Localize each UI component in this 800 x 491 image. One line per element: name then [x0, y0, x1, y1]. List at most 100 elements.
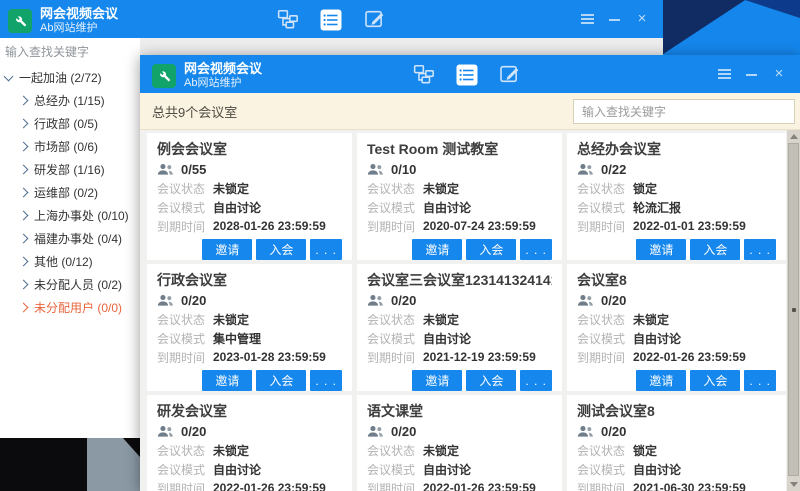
invite-button[interactable]: 邀请: [202, 370, 252, 391]
meeting-room-card: 行政会议室 0/20 会议状态未锁定 会议模式集中管理 到期时间2023-01-…: [147, 264, 352, 391]
room-cards: 例会会议室 0/55 会议状态未锁定 会议模式自由讨论 到期时间2028-01-…: [140, 130, 800, 491]
meeting-room-card: 会议室三会议室123141324141三会... 0/20 会议状态未锁定 会议…: [357, 264, 562, 391]
status-label: 会议状态: [157, 442, 213, 459]
expire-label: 到期时间: [367, 349, 423, 366]
scrollbar-thumb[interactable]: [788, 143, 799, 476]
expire-label: 到期时间: [367, 218, 423, 235]
tree-item[interactable]: 运维部 (0/2): [0, 181, 140, 204]
more-button[interactable]: . . .: [310, 370, 342, 391]
room-name: 例会会议室: [157, 139, 342, 158]
tree-item[interactable]: 其他 (0/12): [0, 250, 140, 273]
org-chart-icon[interactable]: [277, 8, 299, 30]
scroll-down-button[interactable]: [787, 478, 800, 491]
room-name: 会议室8: [577, 270, 776, 289]
tree-item[interactable]: 未分配人员 (0/2): [0, 273, 140, 296]
expire-value: 2021-12-19 23:59:59: [423, 350, 536, 364]
mode-label: 会议模式: [577, 330, 633, 347]
chevron-right-icon[interactable]: [19, 165, 29, 175]
chevron-right-icon[interactable]: [19, 303, 29, 313]
status-label: 会议状态: [157, 180, 213, 197]
chevron-right-icon[interactable]: [19, 188, 29, 198]
join-button[interactable]: 入会: [256, 370, 306, 391]
vertical-scrollbar[interactable]: [787, 130, 800, 491]
status-value: 锁定: [633, 442, 657, 459]
expire-value: 2022-01-26 23:59:59: [423, 481, 536, 491]
chevron-down-icon[interactable]: [4, 71, 14, 81]
more-button[interactable]: . . .: [744, 370, 776, 391]
tree-item-unassigned-users[interactable]: 未分配用户 (0/0): [0, 296, 140, 319]
meeting-room-card: 会议室8 0/20 会议状态未锁定 会议模式自由讨论 到期时间2022-01-2…: [567, 264, 786, 391]
scroll-up-button[interactable]: [787, 130, 800, 143]
menu-icon[interactable]: [718, 67, 732, 81]
tree-item[interactable]: 福建办事处 (0/4): [0, 227, 140, 250]
chevron-right-icon[interactable]: [19, 280, 29, 290]
chevron-right-icon[interactable]: [19, 211, 29, 221]
mode-value: 自由讨论: [633, 330, 681, 347]
minimize-icon[interactable]: [608, 12, 622, 26]
status-value: 未锁定: [213, 180, 249, 197]
mode-value: 自由讨论: [213, 199, 261, 216]
edit-icon[interactable]: [364, 8, 386, 30]
more-button[interactable]: . . .: [520, 370, 552, 391]
wallpaper-corner-triangle: [745, 0, 800, 18]
close-icon[interactable]: ×: [635, 12, 649, 26]
front-window-titlebar: 网会视频会议 Ab网站维护 ×: [140, 55, 800, 93]
close-icon[interactable]: ×: [772, 67, 786, 81]
room-search-input[interactable]: [573, 99, 795, 124]
participant-count: 0/20: [601, 424, 626, 439]
expire-label: 到期时间: [157, 218, 213, 235]
back-window-titlebar: 网会视频会议 Ab网站维护 ×: [0, 0, 663, 38]
tree-item[interactable]: 上海办事处 (0/10): [0, 204, 140, 227]
status-label: 会议状态: [577, 442, 633, 459]
list-view-icon-active[interactable]: [456, 64, 478, 86]
status-value: 未锁定: [423, 180, 459, 197]
people-icon: [577, 425, 594, 438]
join-button[interactable]: 入会: [466, 239, 516, 260]
join-button[interactable]: 入会: [690, 239, 740, 260]
mode-label: 会议模式: [157, 461, 213, 478]
participant-count: 0/20: [181, 293, 206, 308]
more-button[interactable]: . . .: [744, 239, 776, 260]
edit-icon[interactable]: [499, 63, 521, 85]
minimize-icon[interactable]: [745, 67, 759, 81]
chevron-right-icon[interactable]: [19, 142, 29, 152]
mode-value: 集中管理: [213, 330, 261, 347]
tree-item[interactable]: 总经办 (1/15): [0, 89, 140, 112]
invite-button[interactable]: 邀请: [412, 370, 462, 391]
status-label: 会议状态: [367, 311, 423, 328]
join-button[interactable]: 入会: [466, 370, 516, 391]
status-label: 会议状态: [157, 311, 213, 328]
mode-value: 自由讨论: [633, 461, 681, 478]
mode-value: 自由讨论: [423, 330, 471, 347]
status-label: 会议状态: [577, 311, 633, 328]
menu-icon[interactable]: [581, 12, 595, 26]
mode-label: 会议模式: [367, 199, 423, 216]
more-button[interactable]: . . .: [520, 239, 552, 260]
chevron-right-icon[interactable]: [19, 257, 29, 267]
list-view-icon[interactable]: [320, 9, 342, 31]
tree-item[interactable]: 行政部 (0/5): [0, 112, 140, 135]
invite-button[interactable]: 邀请: [412, 239, 462, 260]
expire-label: 到期时间: [577, 218, 633, 235]
people-icon: [367, 294, 384, 307]
chevron-right-icon[interactable]: [19, 96, 29, 106]
invite-button[interactable]: 邀请: [636, 239, 686, 260]
sidebar-search-input[interactable]: 输入查找关键字: [0, 38, 140, 62]
tree-item-root[interactable]: 一起加油 (2/72): [0, 66, 140, 89]
chevron-right-icon[interactable]: [19, 119, 29, 129]
chevron-right-icon[interactable]: [19, 234, 29, 244]
org-chart-icon[interactable]: [413, 63, 435, 85]
app-title: 网会视频会议: [184, 62, 262, 77]
invite-button[interactable]: 邀请: [202, 239, 252, 260]
tree-item[interactable]: 市场部 (0/6): [0, 135, 140, 158]
summary-toolbar: 总共9个会议室: [140, 93, 800, 130]
people-icon: [367, 163, 384, 176]
app-subtitle: Ab网站维护: [40, 22, 118, 35]
expire-value: 2021-06-30 23:59:59: [633, 481, 746, 491]
invite-button[interactable]: 邀请: [636, 370, 686, 391]
join-button[interactable]: 入会: [690, 370, 740, 391]
status-label: 会议状态: [367, 442, 423, 459]
join-button[interactable]: 入会: [256, 239, 306, 260]
more-button[interactable]: . . .: [310, 239, 342, 260]
tree-item[interactable]: 研发部 (1/16): [0, 158, 140, 181]
